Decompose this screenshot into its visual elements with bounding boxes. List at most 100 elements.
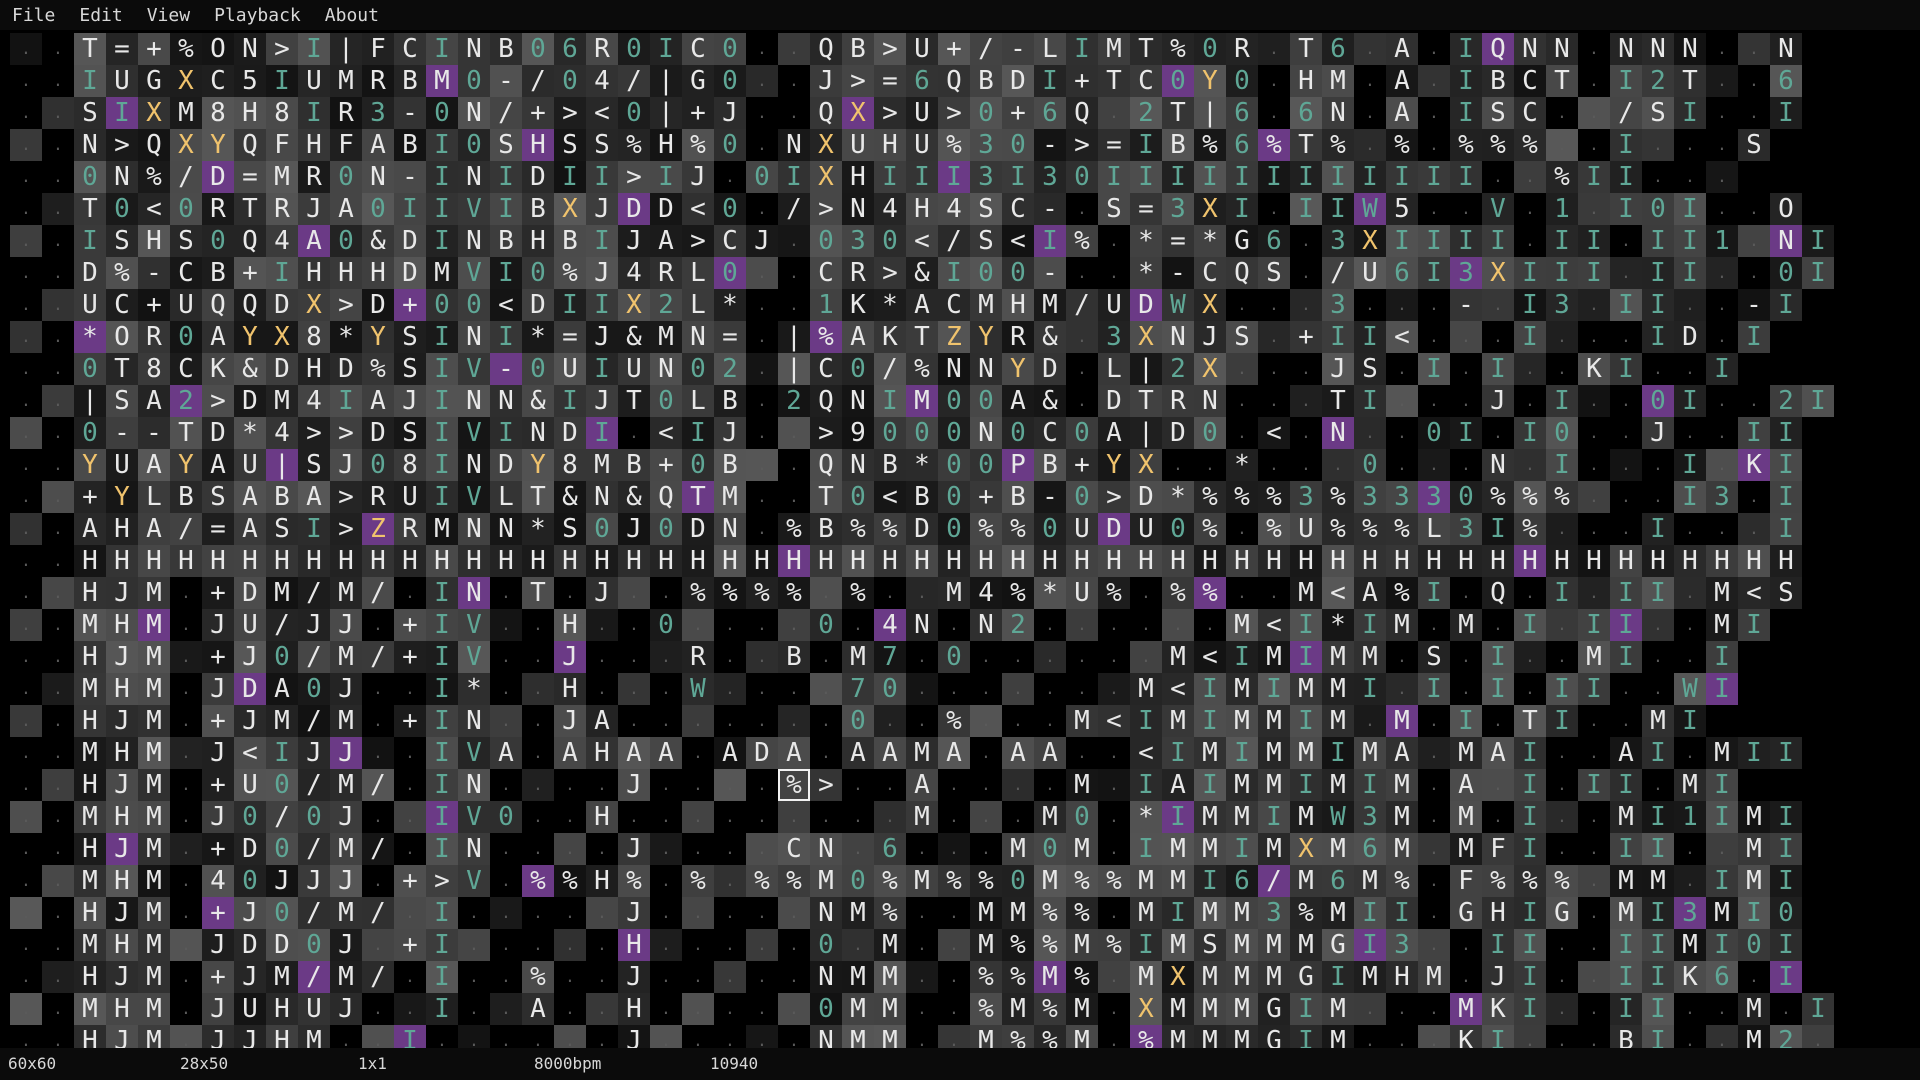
grid-cell[interactable]: . xyxy=(1674,1025,1706,1048)
grid-cell[interactable]: B xyxy=(266,481,298,513)
grid-cell[interactable]: M xyxy=(842,641,874,673)
grid-cell[interactable]: M xyxy=(426,257,458,289)
grid-cell[interactable]: . xyxy=(1226,417,1258,449)
grid-cell[interactable]: . xyxy=(170,801,202,833)
grid-cell[interactable]: N xyxy=(1770,33,1802,65)
grid-cell[interactable]: % xyxy=(1002,1025,1034,1048)
grid-cell[interactable]: D xyxy=(554,417,586,449)
grid-cell[interactable]: T xyxy=(1514,705,1546,737)
grid-cell[interactable]: 6 xyxy=(554,33,586,65)
grid-cell[interactable]: J xyxy=(202,673,234,705)
grid-cell[interactable]: / xyxy=(266,801,298,833)
grid-cell[interactable]: H xyxy=(906,193,938,225)
grid-cell[interactable]: . xyxy=(1610,257,1642,289)
grid-cell[interactable]: M xyxy=(842,1025,874,1048)
grid-cell[interactable]: N xyxy=(1642,33,1674,65)
grid-cell[interactable]: M xyxy=(1194,1025,1226,1048)
grid-cell[interactable]: 0 xyxy=(650,513,682,545)
grid-cell[interactable]: M xyxy=(330,833,362,865)
grid-cell[interactable]: I xyxy=(426,961,458,993)
grid-cell[interactable]: . xyxy=(1034,641,1066,673)
grid-cell[interactable]: M xyxy=(906,737,938,769)
grid-cell[interactable]: O xyxy=(1770,193,1802,225)
grid-cell[interactable]: N xyxy=(842,449,874,481)
grid-cell[interactable]: > xyxy=(330,481,362,513)
grid-cell[interactable]: I xyxy=(1194,673,1226,705)
grid-cell[interactable]: H xyxy=(106,513,138,545)
grid-cell[interactable]: R xyxy=(1002,321,1034,353)
grid-cell[interactable]: . xyxy=(778,97,810,129)
grid-cell[interactable]: H xyxy=(714,545,746,577)
grid-cell[interactable]: 3 xyxy=(1706,481,1738,513)
grid-cell[interactable]: J xyxy=(234,641,266,673)
grid-cell[interactable]: . xyxy=(1514,225,1546,257)
grid-cell[interactable]: . xyxy=(1066,321,1098,353)
grid-cell[interactable]: M xyxy=(1386,769,1418,801)
grid-cell[interactable]: I xyxy=(1610,129,1642,161)
grid-cell[interactable]: . xyxy=(1706,193,1738,225)
grid-cell[interactable]: M xyxy=(1258,705,1290,737)
grid-cell[interactable]: . xyxy=(1546,321,1578,353)
grid-cell[interactable]: . xyxy=(1002,641,1034,673)
grid-cell[interactable]: I xyxy=(1738,417,1770,449)
grid-cell[interactable]: . xyxy=(1642,481,1674,513)
grid-cell[interactable]: A xyxy=(650,225,682,257)
grid-cell[interactable]: 5 xyxy=(1386,193,1418,225)
grid-cell[interactable]: . xyxy=(650,705,682,737)
grid-cell[interactable]: . xyxy=(906,833,938,865)
grid-cell[interactable]: M xyxy=(138,865,170,897)
grid-cell[interactable]: 6 xyxy=(1354,833,1386,865)
grid-cell[interactable]: R xyxy=(1226,33,1258,65)
grid-cell[interactable]: / xyxy=(362,641,394,673)
grid-cell[interactable]: S xyxy=(1354,353,1386,385)
grid-cell[interactable]: . xyxy=(746,513,778,545)
grid-cell[interactable]: I xyxy=(1482,929,1514,961)
grid-cell[interactable]: Q xyxy=(138,129,170,161)
grid-cell[interactable]: . xyxy=(586,769,618,801)
grid-cell[interactable]: M xyxy=(330,705,362,737)
grid-cell[interactable]: A xyxy=(938,737,970,769)
grid-cell[interactable]: I xyxy=(1802,993,1834,1025)
grid-cell[interactable]: . xyxy=(1674,289,1706,321)
grid-cell[interactable]: % xyxy=(938,129,970,161)
grid-cell[interactable]: % xyxy=(618,129,650,161)
grid-cell[interactable]: N xyxy=(938,353,970,385)
grid-cell[interactable]: / xyxy=(298,769,330,801)
grid-cell[interactable]: 0 xyxy=(1066,801,1098,833)
grid-cell[interactable]: A xyxy=(842,321,874,353)
grid-cell[interactable]: . xyxy=(394,737,426,769)
grid-cell[interactable]: H xyxy=(74,897,106,929)
grid-cell[interactable]: . xyxy=(42,865,74,897)
grid-cell[interactable]: M xyxy=(1098,33,1130,65)
grid-cell[interactable]: I xyxy=(426,321,458,353)
grid-cell[interactable]: . xyxy=(650,833,682,865)
grid-cell[interactable]: S xyxy=(1098,193,1130,225)
grid-cell[interactable]: A xyxy=(74,513,106,545)
grid-cell[interactable]: - xyxy=(394,97,426,129)
grid-cell[interactable]: . xyxy=(1514,577,1546,609)
grid-cell[interactable]: . xyxy=(1610,449,1642,481)
grid-cell[interactable]: . xyxy=(1738,385,1770,417)
grid-cell[interactable]: . xyxy=(746,929,778,961)
grid-cell[interactable]: M xyxy=(1290,737,1322,769)
grid-cell[interactable]: M xyxy=(1066,833,1098,865)
grid-cell[interactable]: D xyxy=(202,417,234,449)
grid-cell[interactable]: 0 xyxy=(1162,65,1194,97)
grid-cell[interactable]: M xyxy=(330,961,362,993)
grid-cell[interactable]: S xyxy=(106,225,138,257)
grid-cell[interactable]: . xyxy=(490,673,522,705)
grid-cell[interactable]: I xyxy=(1322,321,1354,353)
grid-cell[interactable]: . xyxy=(1002,801,1034,833)
grid-cell[interactable]: A xyxy=(586,705,618,737)
grid-cell[interactable]: I xyxy=(554,289,586,321)
grid-cell[interactable]: . xyxy=(42,257,74,289)
grid-cell[interactable]: . xyxy=(490,897,522,929)
grid-cell[interactable]: I xyxy=(1770,801,1802,833)
grid-cell[interactable]: I xyxy=(1674,385,1706,417)
grid-cell[interactable]: . xyxy=(1098,961,1130,993)
grid-cell[interactable]: X xyxy=(1194,193,1226,225)
grid-cell[interactable]: I xyxy=(1290,1025,1322,1048)
grid-cell[interactable]: . xyxy=(1162,449,1194,481)
grid-cell[interactable]: N xyxy=(458,33,490,65)
grid-cell[interactable]: . xyxy=(778,705,810,737)
